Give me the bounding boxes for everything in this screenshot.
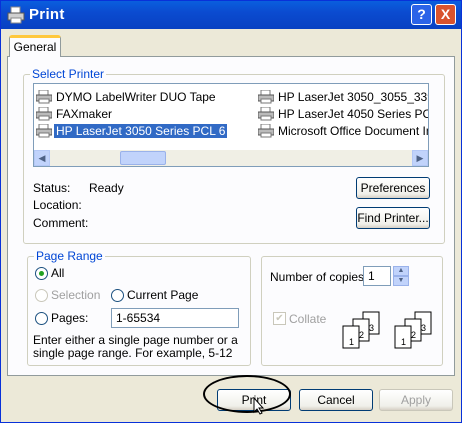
copies-spinner[interactable]: ▲ ▼ xyxy=(393,266,409,286)
selection-radio[interactable] xyxy=(35,289,48,302)
printer-icon xyxy=(258,106,274,121)
printer-list-scrollbar[interactable]: ◀ ▶ xyxy=(34,150,428,166)
printer-icon xyxy=(36,106,52,121)
printer-item-faxmaker[interactable]: FAXmaker xyxy=(36,105,114,121)
printer-item-hp3050-pcl6[interactable]: HP LaserJet 3050 Series PCL 6 xyxy=(36,122,228,138)
printer-item-dymo[interactable]: DYMO LabelWriter DUO Tape xyxy=(36,88,218,104)
printer-icon xyxy=(258,123,274,138)
collate-checkbox[interactable]: ✔ xyxy=(273,312,286,325)
printer-icon xyxy=(36,123,52,138)
printer-item-ms-office-doc[interactable]: Microsoft Office Document Imag xyxy=(258,122,428,138)
page-number: 3 xyxy=(369,323,374,333)
printer-icon xyxy=(7,6,25,24)
all-label: All xyxy=(51,266,65,280)
printer-name: Microsoft Office Document Imag xyxy=(278,123,428,138)
current-page-label: Current Page xyxy=(127,288,199,302)
status-value: Ready xyxy=(89,181,124,195)
printer-name: DYMO LabelWriter DUO Tape xyxy=(56,89,216,104)
number-of-copies-label: Number of copies: xyxy=(270,270,368,284)
printer-icon xyxy=(258,89,274,104)
printer-item-hp3050-3055[interactable]: HP LaserJet 3050_3055_3390_ xyxy=(258,88,428,104)
printer-name: HP LaserJet 4050 Series PCL 6 xyxy=(278,106,428,121)
printer-name: HP LaserJet 3050_3055_3390_ xyxy=(278,89,428,104)
pages-radio[interactable] xyxy=(35,312,48,325)
current-page-radio[interactable] xyxy=(111,289,124,302)
cancel-button[interactable]: Cancel xyxy=(299,389,373,411)
select-printer-legend: Select Printer xyxy=(30,67,107,81)
print-dialog: Print ? X General Select Printer DYMO La… xyxy=(0,0,462,423)
pages-label: Pages: xyxy=(51,311,89,325)
spin-down-arrow-icon[interactable]: ▼ xyxy=(393,276,409,286)
page-number: 1 xyxy=(349,337,354,347)
page-number: 2 xyxy=(359,330,364,340)
copies-input[interactable]: 1 xyxy=(363,266,391,286)
page-number: 1 xyxy=(401,337,406,347)
selection-label: Selection xyxy=(51,288,101,302)
pages-input[interactable]: 1-65534 xyxy=(111,308,239,328)
collate-label: Collate xyxy=(289,312,327,326)
page-number: 2 xyxy=(411,330,416,340)
printer-icon xyxy=(36,89,52,104)
title-bar[interactable]: Print ? X xyxy=(1,1,461,29)
mouse-cursor-icon xyxy=(253,397,265,415)
scroll-left-button[interactable]: ◀ xyxy=(34,150,50,166)
printer-list[interactable]: DYMO LabelWriter DUO Tape FAXmaker HP La… xyxy=(33,83,429,167)
scroll-right-button[interactable]: ▶ xyxy=(412,150,428,166)
help-button[interactable]: ? xyxy=(411,4,432,25)
find-printer-button[interactable]: Find Printer... xyxy=(356,207,430,229)
comment-label: Comment: xyxy=(33,216,89,230)
page-number: 3 xyxy=(421,323,426,333)
printer-item-hp4050[interactable]: HP LaserJet 4050 Series PCL 6 xyxy=(258,105,428,121)
status-label: Status: xyxy=(33,181,71,195)
apply-button: Apply xyxy=(379,389,453,411)
close-button[interactable]: X xyxy=(435,4,456,25)
highlight-oval xyxy=(203,375,291,413)
preferences-button[interactable]: Preferences xyxy=(356,177,430,199)
scroll-thumb[interactable] xyxy=(120,151,166,165)
page-range-legend: Page Range xyxy=(34,249,105,263)
spin-up-arrow-icon[interactable]: ▲ xyxy=(393,266,409,276)
location-label: Location: xyxy=(33,198,82,212)
all-radio[interactable] xyxy=(35,267,48,280)
printer-name: HP LaserJet 3050 Series PCL 6 xyxy=(54,123,228,138)
tab-general[interactable]: General xyxy=(9,35,61,57)
collate-pages-icon: 3 2 1 xyxy=(342,311,380,349)
page-range-hint: Enter either a single page number or a s… xyxy=(33,333,238,360)
window-title: Print xyxy=(29,6,65,23)
printer-name: FAXmaker xyxy=(56,106,113,121)
collate-pages-icon: 3 2 1 xyxy=(394,311,432,349)
